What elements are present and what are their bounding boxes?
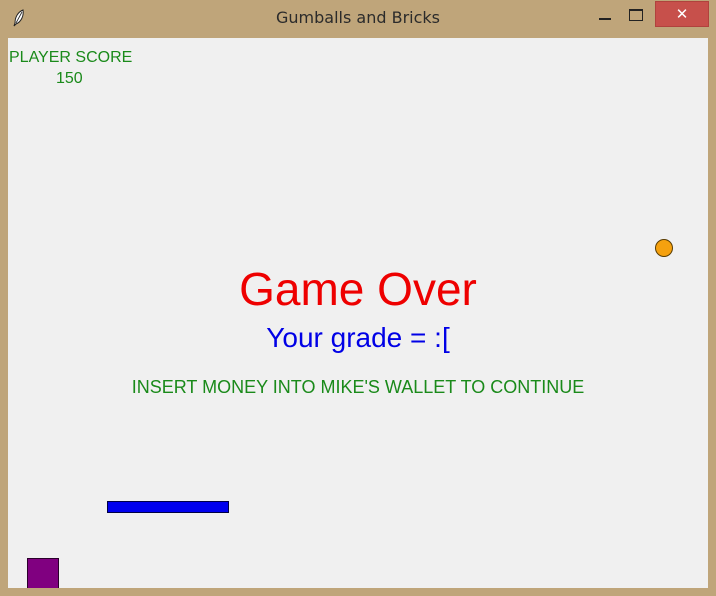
purple-block <box>27 558 59 588</box>
score-label: PLAYER SCORE <box>9 49 133 66</box>
close-icon: ✕ <box>675 5 689 23</box>
game-canvas[interactable]: PLAYER SCORE 150 Game Over Your grade = … <box>8 38 708 588</box>
close-button[interactable]: ✕ <box>655 1 709 27</box>
maximize-button[interactable] <box>622 1 650 27</box>
continue-message: INSERT MONEY INTO MIKE'S WALLET TO CONTI… <box>131 377 585 397</box>
title-bar[interactable]: Gumballs and Bricks ✕ <box>0 0 716 38</box>
minimize-button[interactable] <box>590 1 618 27</box>
paddle[interactable] <box>107 501 229 513</box>
grade-text: Your grade = :[ <box>266 322 450 353</box>
score-value: 150 <box>56 70 83 87</box>
gumball <box>655 239 673 257</box>
game-over-text: Game Over <box>239 263 477 315</box>
app-window: Gumballs and Bricks ✕ PLAYER SCORE 150 G… <box>0 0 716 596</box>
